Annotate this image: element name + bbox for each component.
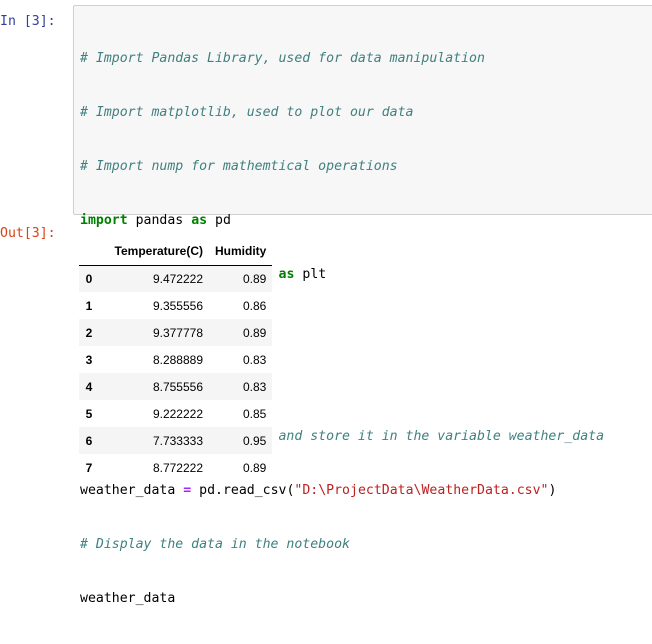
table-row: 4 8.755556 0.83 [79,373,273,400]
row-index: 0 [85,271,93,286]
row-index: 6 [85,433,93,448]
temperature-cell: 9.222222 [152,406,203,421]
row-index: 4 [85,379,93,394]
table-row: 6 7.733333 0.95 [79,427,273,454]
code-display-line: weather_data [80,591,176,606]
code-cell[interactable]: # Import Pandas Library, used for data m… [73,5,652,606]
temperature-cell: 8.772222 [152,460,203,475]
temperature-cell: 9.355556 [152,298,203,313]
code-comment: # Import nump for mathemtical operations [80,159,398,174]
temperature-cell: 8.288889 [152,352,203,367]
humidity-cell: 0.83 [242,352,267,367]
temperature-cell: 9.377778 [152,325,203,340]
humidity-cell: 0.85 [242,406,267,421]
humidity-cell: 0.86 [242,298,267,313]
table-header-row: Temperature(C) Humidity [79,237,273,266]
table-row: 5 9.222222 0.85 [79,400,272,427]
humidity-cell: 0.95 [242,433,267,448]
row-index: 7 [85,460,93,475]
row-index: 5 [85,406,93,421]
dataframe-output: Temperature(C) Humidity 0 9.472222 0.89 1 9.… [79,237,273,481]
temperature-cell: 9.472222 [152,271,203,286]
code-comment: # Import Pandas Library, used for data m… [80,51,485,66]
column-header: Humidity [209,237,273,266]
humidity-cell: 0.89 [242,271,267,286]
code-comment: # Import matplotlib, used to plot our da… [80,105,414,120]
column-header: Temperature(C) [99,237,209,266]
humidity-cell: 0.89 [242,325,267,340]
table-row: 2 9.377778 0.89 [79,319,273,346]
input-prompt: In [3]: [0,14,56,29]
table-row: 3 8.288889 0.83 [79,346,272,373]
row-index: 3 [85,352,93,367]
code-comment: # Display the data in the notebook [80,537,350,552]
humidity-cell: 0.83 [242,379,267,394]
row-index: 2 [85,325,93,340]
index-header [79,237,99,266]
table-row: 7 8.772222 0.89 [79,454,272,481]
code-import-line: import pandas as pd [80,213,231,228]
temperature-cell: 8.755556 [152,379,203,394]
temperature-cell: 7.733333 [152,433,203,448]
table-row: 0 9.472222 0.89 [79,265,273,292]
table-row: 1 9.355556 0.86 [79,292,272,319]
humidity-cell: 0.89 [242,460,267,475]
code-assign-line: weather_data = pd.read_csv("D:\ProjectDa… [80,483,557,498]
output-prompt: Out[3]: [0,226,56,241]
row-index: 1 [85,298,93,313]
